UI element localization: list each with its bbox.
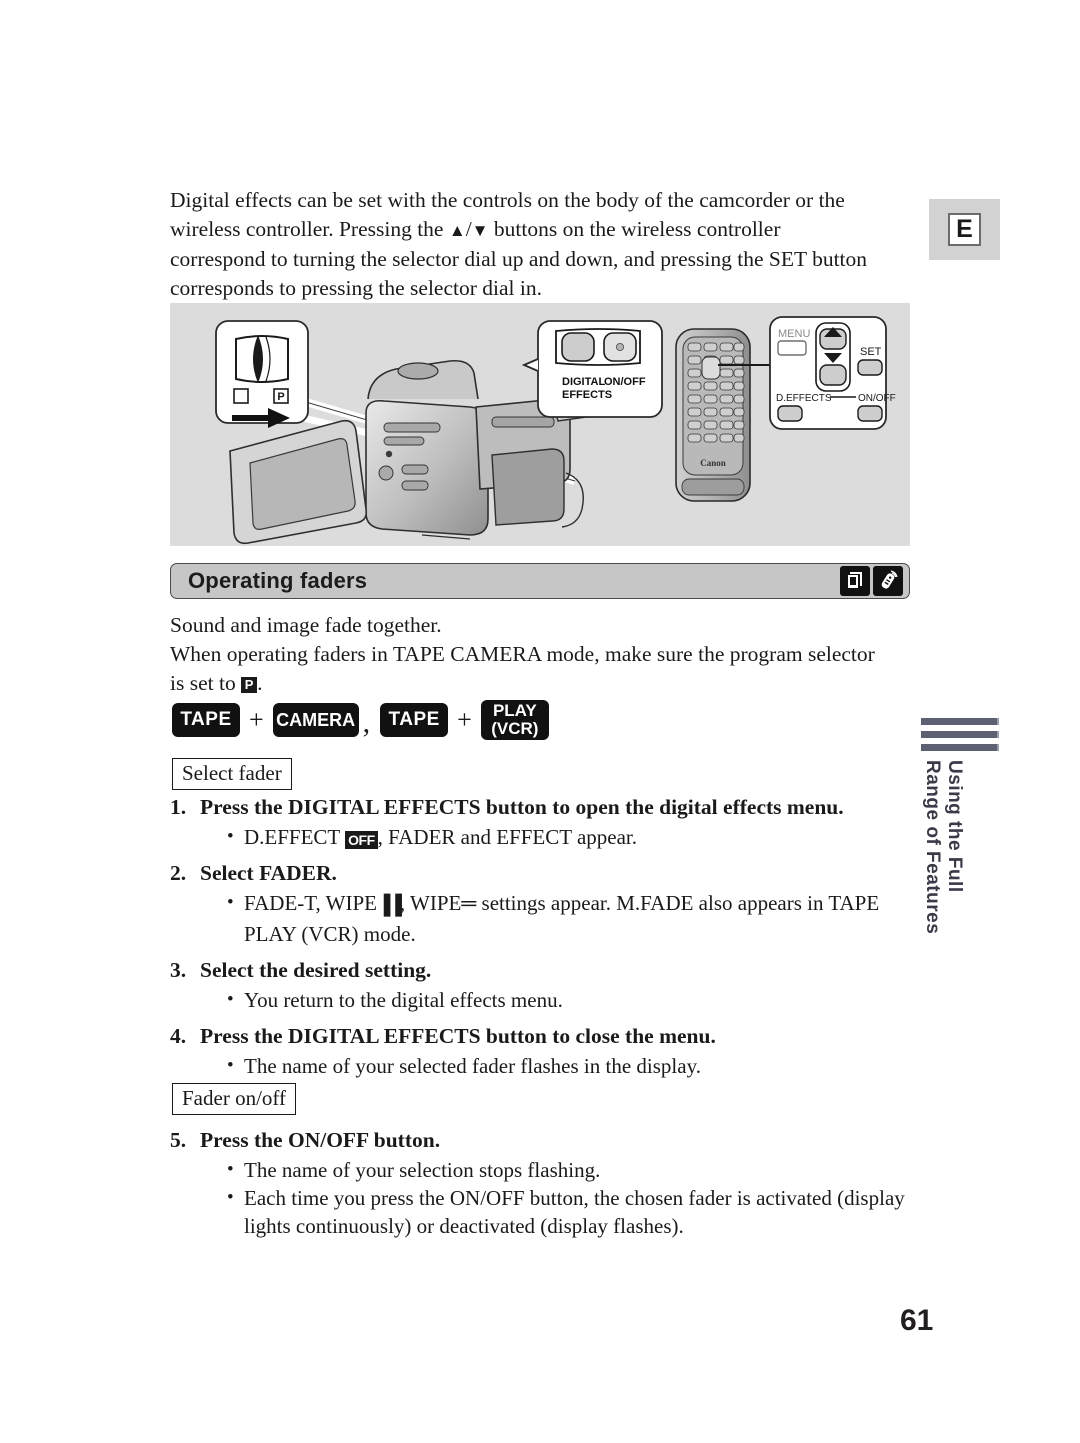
language-badge: E [929, 199, 1000, 260]
step-4-bullet-text: The name of your selected fader flashes … [244, 1054, 701, 1078]
chip-play-line-2: (VCR) [491, 719, 539, 738]
section-body-text: Sound and image fade together. When oper… [170, 611, 915, 698]
section-header: Operating faders [170, 563, 910, 599]
intro-paragraph: Digital effects can be set with the cont… [170, 186, 910, 303]
section-title: Operating faders [188, 568, 368, 593]
step-2-number: 2. [170, 861, 187, 885]
tag-select-fader: Select fader [172, 758, 292, 790]
chapter-tab-line-2: Range of Features [922, 760, 943, 935]
wireless-controller-icon [873, 566, 903, 596]
bullet-dot: • [227, 1055, 234, 1076]
chip-separator-comma: , [362, 706, 371, 739]
plus-sign-2: + [457, 705, 472, 734]
chapter-bar-2 [921, 731, 999, 738]
tag-fader-onoff: Fader on/off [172, 1083, 297, 1115]
step-5-bullet-1: • The name of your selection stops flash… [200, 1156, 910, 1184]
body-line-3a: is set to [170, 671, 242, 695]
chapter-tab-label: Range of Features Using the Full [921, 760, 1005, 980]
deffects-label: D.EFFECTS [776, 393, 832, 404]
svg-text:P: P [277, 391, 284, 403]
down-arrow-icon: ▼ [471, 221, 489, 240]
chapter-tab-line-1: Using the Full [944, 760, 965, 893]
step-4-number: 4. [170, 1024, 187, 1048]
step-2-bullet-mid: , WIPE [399, 891, 462, 915]
digital-label-2: EFFECTS [562, 389, 612, 401]
step-2-title: Select FADER. [200, 861, 337, 885]
body-line-2: When operating faders in TAPE CAMERA mod… [170, 642, 875, 666]
step-5-bullet-2: • Each time you press the ON/OFF button,… [200, 1184, 910, 1240]
menu-label: MENU [778, 328, 810, 340]
chip-play-vcr: PLAY (VCR) [480, 700, 549, 740]
onoff-label-body: ON/OFF [604, 376, 646, 388]
intro-line-4: corresponds to pressing the selector dia… [170, 276, 542, 300]
wipe-vertical-icon: ▐▐ [376, 895, 402, 916]
remote-brand-label: Canon [700, 458, 726, 468]
chip-play-line-1: PLAY [492, 701, 537, 721]
step-5-title: Press the ON/OFF button. [200, 1128, 441, 1152]
chapter-tab-bars [921, 718, 1005, 757]
bullet-dot: • [227, 1159, 234, 1180]
wipe-horizontal-icon: ═ [461, 892, 477, 915]
language-badge-letter: E [948, 213, 981, 246]
step-1-bullet-prefix: D.EFFECT [244, 825, 346, 849]
onoff-label-remote: ON/OFF [858, 393, 896, 404]
mode-requirement-row: TAPE + CAMERA , TAPE + PLAY (VCR) [172, 700, 549, 740]
step-1-number: 1. [170, 795, 187, 819]
bullet-dot: • [227, 826, 234, 847]
remote-detail-callout: MENU SET D.EFFECTS ON/OFF [769, 316, 896, 430]
camcorder-tape-icon [840, 566, 870, 596]
chapter-bar-1 [921, 718, 999, 725]
camcorder-diagram: P DIGITAL EFFECTS ON/OFF Canon MENU SET … [170, 303, 910, 546]
d-effect-off-icon: OFF [345, 831, 378, 849]
step-1-bullet-1: • D.EFFECT OFF, FADER and EFFECT appear. [200, 823, 910, 851]
set-label: SET [860, 346, 882, 358]
program-p-icon: P [241, 676, 258, 693]
intro-line-1: Digital effects can be set with the cont… [170, 188, 845, 212]
manual-page: E Digital effects can be set with the co… [0, 0, 1080, 1443]
page-number: 61 [900, 1304, 934, 1337]
body-line-1: Sound and image fade together. [170, 613, 442, 637]
step-5-bullet-1-text: The name of your selection stops flashin… [244, 1158, 601, 1182]
chip-camera: CAMERA [272, 703, 359, 737]
step-4: 4. Press the DIGITAL EFFECTS button to c… [170, 1022, 910, 1080]
program-selector-callout: P [215, 320, 309, 428]
step-3-bullet-text: You return to the digital effects menu. [244, 988, 563, 1012]
intro-line-2a: wireless controller. Pressing the [170, 217, 449, 241]
step-1-bullet-suffix: , FADER and EFFECT appear. [377, 825, 638, 849]
step-2-bullet-1: • FADE-T, WIPE▐▐, WIPE═ settings appear.… [200, 889, 910, 948]
chip-tape-2: TAPE [380, 703, 449, 737]
intro-line-2b: buttons on the wireless controller [488, 217, 781, 241]
step-3: 3. Select the desired setting. • You ret… [170, 956, 910, 1014]
body-line-3b: . [257, 671, 263, 695]
step-2-bullet-prefix: FADE-T, WIPE [244, 891, 377, 915]
chip-tape-1: TAPE [172, 703, 240, 737]
step-3-bullet-1: • You return to the digital effects menu… [200, 986, 910, 1014]
step-4-title: Press the DIGITAL EFFECTS button to clos… [200, 1024, 716, 1048]
section-mode-icons [840, 566, 903, 596]
step-1-title: Press the DIGITAL EFFECTS button to open… [200, 795, 844, 819]
intro-line-3: correspond to turning the selector dial … [170, 247, 868, 271]
step-1: 1. Press the DIGITAL EFFECTS button to o… [170, 793, 910, 851]
wireless-controller-illustration: Canon [675, 328, 751, 502]
digital-label-1: DIGITAL [562, 376, 605, 388]
chapter-bar-3 [921, 744, 999, 751]
step-3-number: 3. [170, 958, 187, 982]
up-arrow-icon: ▲ [448, 221, 466, 240]
step-2: 2. Select FADER. • FADE-T, WIPE▐▐, WIPE═… [170, 859, 910, 948]
instruction-steps: 1. Press the DIGITAL EFFECTS button to o… [170, 793, 910, 1240]
bullet-dot: • [227, 892, 234, 913]
plus-sign-1: + [249, 705, 264, 734]
bullet-dot: • [227, 1187, 234, 1208]
digital-effects-button-callout: DIGITAL EFFECTS ON/OFF [521, 320, 663, 418]
bullet-dot: • [227, 989, 234, 1010]
step-3-title: Select the desired setting. [200, 958, 432, 982]
step-5-bullet-2-text: Each time you press the ON/OFF button, t… [244, 1186, 905, 1238]
step-5: 5. Press the ON/OFF button. • The name o… [170, 1126, 910, 1240]
step-5-number: 5. [170, 1128, 187, 1152]
step-4-bullet-1: • The name of your selected fader flashe… [200, 1052, 910, 1080]
